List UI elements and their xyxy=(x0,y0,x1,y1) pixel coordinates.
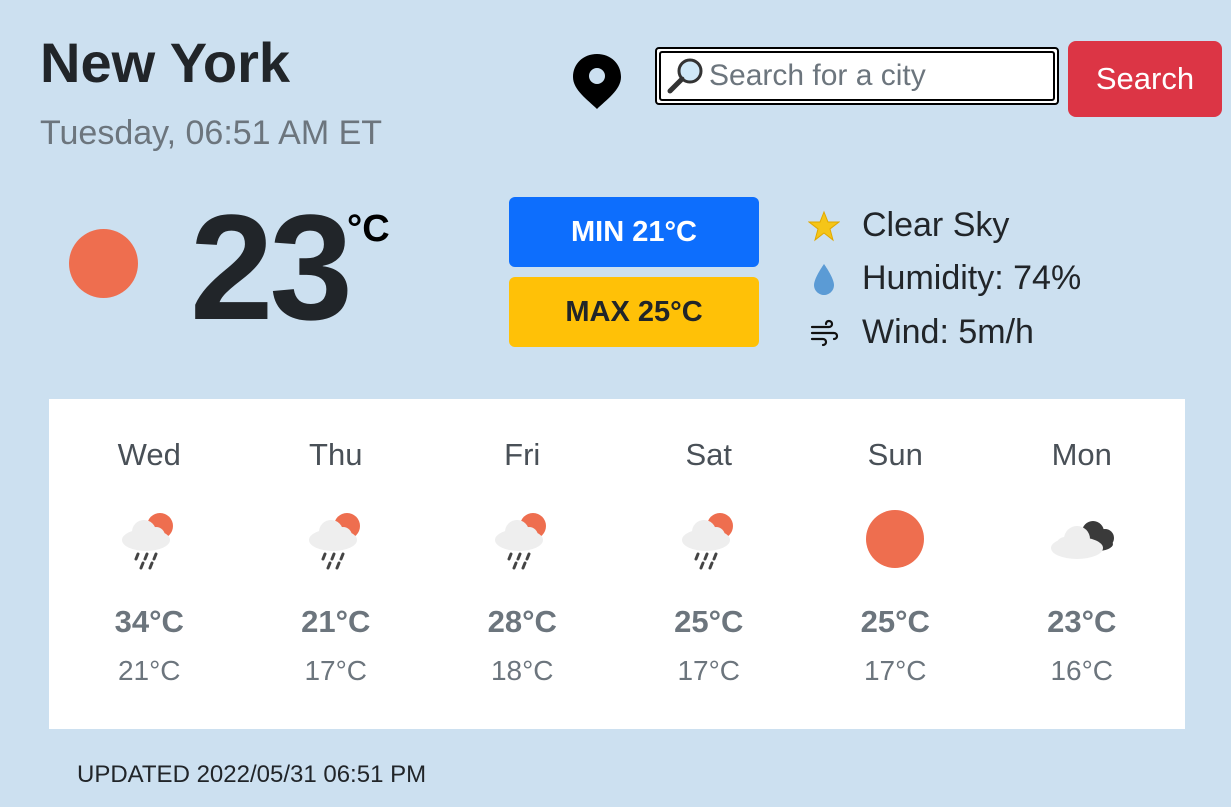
forecast-min-temp: 16°C xyxy=(1050,655,1114,686)
forecast-day: Sun 25°C 17°C xyxy=(802,399,989,729)
forecast-max-temp: 25°C xyxy=(860,604,930,639)
forecast-day: Fri 28°C 18°C xyxy=(429,399,616,729)
condition-row: Clear Sky xyxy=(806,206,1009,245)
forecast-day-name: Sun xyxy=(867,437,923,472)
city-name: New York xyxy=(40,31,291,94)
humidity-row: Humidity: 74% xyxy=(806,259,1081,298)
city-search-input[interactable] xyxy=(709,59,1049,93)
sun-icon xyxy=(69,229,138,298)
forecast-max-temp: 21°C xyxy=(301,604,371,639)
rain-sun-icon xyxy=(681,513,733,570)
forecast-day: Mon 23°C 16°C xyxy=(989,399,1176,729)
location-pin-icon[interactable] xyxy=(570,52,624,110)
wind-text: Wind: 5m/h xyxy=(862,313,1034,351)
max-temp-badge: MAX 25°C xyxy=(509,277,759,347)
date-time: Tuesday, 06:51 AM ET xyxy=(40,114,383,152)
rain-sun-icon xyxy=(122,513,174,570)
water-drop-icon xyxy=(806,261,842,297)
forecast-day-name: Wed xyxy=(117,437,181,472)
humidity-text: Humidity: 74% xyxy=(862,259,1082,297)
forecast-min-temp: 17°C xyxy=(863,655,927,686)
forecast-min-temp: 17°C xyxy=(677,655,741,686)
magnifier-icon xyxy=(667,58,703,94)
forecast-max-temp: 34°C xyxy=(114,604,184,639)
forecast-min-temp: 18°C xyxy=(490,655,554,686)
current-temperature: 23 xyxy=(190,183,353,351)
forecast-min-temp: 17°C xyxy=(304,655,368,686)
forecast-day: Wed 34°C 21°C xyxy=(56,399,243,729)
forecast-panel: Wed 34°C 21°C Thu 21°C 17°C Fri 28°C 18°… xyxy=(49,399,1185,729)
rain-sun-icon xyxy=(495,513,547,570)
temperature-unit: °C xyxy=(347,208,390,250)
forecast-day-name: Mon xyxy=(1051,437,1112,472)
condition-text: Clear Sky xyxy=(862,206,1010,244)
rain-sun-icon xyxy=(308,513,360,570)
wind-icon xyxy=(806,315,842,351)
forecast-min-temp: 21°C xyxy=(117,655,181,686)
forecast-day-name: Thu xyxy=(309,437,363,472)
star-icon xyxy=(806,208,842,244)
search-button[interactable]: Search xyxy=(1068,41,1222,117)
wind-row: Wind: 5m/h xyxy=(806,313,1034,352)
sun-icon xyxy=(866,510,925,568)
forecast-day: Thu 21°C 17°C xyxy=(243,399,430,729)
forecast-max-temp: 25°C xyxy=(674,604,744,639)
forecast-day-name: Fri xyxy=(504,437,541,472)
forecast-max-temp: 28°C xyxy=(487,604,557,639)
forecast-max-temp: 23°C xyxy=(1047,604,1117,639)
last-updated: UPDATED 2022/05/31 06:51 PM xyxy=(77,761,427,788)
forecast-day-name: Sat xyxy=(685,437,733,472)
cloudy-icon xyxy=(1050,521,1114,559)
min-temp-badge: MIN 21°C xyxy=(509,197,759,267)
search-box[interactable] xyxy=(655,47,1059,105)
forecast-day: Sat 25°C 17°C xyxy=(616,399,803,729)
